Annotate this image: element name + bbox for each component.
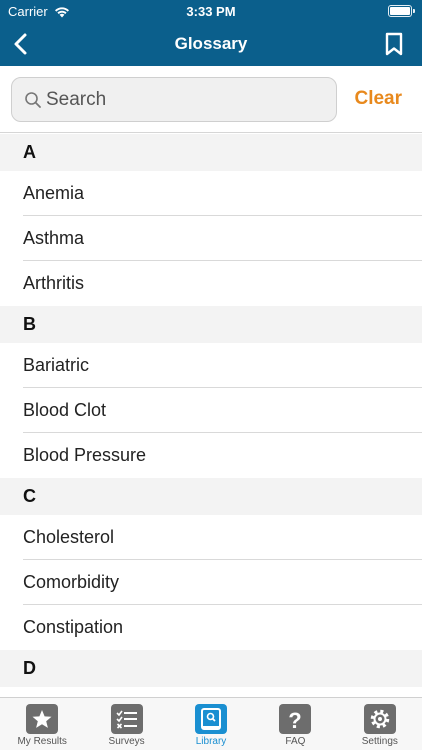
tab-label: Surveys — [108, 736, 145, 747]
checklist-icon — [110, 704, 143, 734]
glossary-item[interactable]: Anemia — [0, 171, 422, 216]
question-icon: ? — [279, 704, 312, 734]
battery-icon — [388, 5, 415, 17]
section-header-c: C — [0, 478, 422, 515]
gear-icon — [363, 704, 396, 734]
navigation-bar: Glossary — [0, 22, 422, 66]
svg-text:?: ? — [289, 708, 302, 733]
tab-settings[interactable]: Settings — [338, 698, 422, 750]
glossary-item[interactable]: Bariatric — [0, 343, 422, 388]
library-book-icon — [195, 704, 228, 734]
tab-surveys[interactable]: Surveys — [84, 698, 168, 750]
tab-label: My Results — [17, 736, 67, 747]
glossary-item[interactable]: Constipation — [0, 605, 422, 650]
search-row: Clear — [0, 66, 422, 133]
search-input[interactable] — [46, 78, 326, 121]
status-bar: Carrier 3:33 PM — [0, 0, 422, 22]
tab-bar: My Results Surveys Library? FAQ Settings — [0, 697, 422, 750]
glossary-item[interactable]: Blood Pressure — [0, 433, 422, 478]
tab-my-results[interactable]: My Results — [0, 698, 84, 750]
tab-label: Library — [195, 736, 227, 747]
section-header-d: D — [0, 650, 422, 687]
search-icon — [25, 92, 41, 108]
glossary-item[interactable]: Arthritis — [0, 261, 422, 306]
status-time: 3:33 PM — [186, 4, 236, 19]
glossary-list: A Anemia Asthma Arthritis B Bariatric Blood Cl… — [0, 134, 422, 697]
section-header-a: A — [0, 134, 422, 171]
page-title: Glossary — [174, 34, 248, 53]
bookmark-icon[interactable] — [380, 30, 408, 58]
section-header-b: B — [0, 306, 422, 343]
glossary-item[interactable]: Blood Clot — [0, 388, 422, 433]
glossary-item[interactable]: Asthma — [0, 216, 422, 261]
glossary-item[interactable]: Comorbidity — [0, 560, 422, 605]
tab-label: FAQ — [285, 736, 306, 747]
glossary-item[interactable]: Cholesterol — [0, 515, 422, 560]
tab-label: Settings — [361, 736, 398, 747]
clear-button[interactable]: Clear — [354, 88, 402, 110]
tab-faq[interactable]: ? FAQ — [253, 698, 337, 750]
glossary-screen: Carrier 3:33 PM Glossary Clear AAn — [0, 0, 422, 750]
star-icon — [26, 704, 59, 734]
tab-library[interactable]: Library — [169, 698, 253, 750]
search-box[interactable] — [11, 77, 337, 122]
